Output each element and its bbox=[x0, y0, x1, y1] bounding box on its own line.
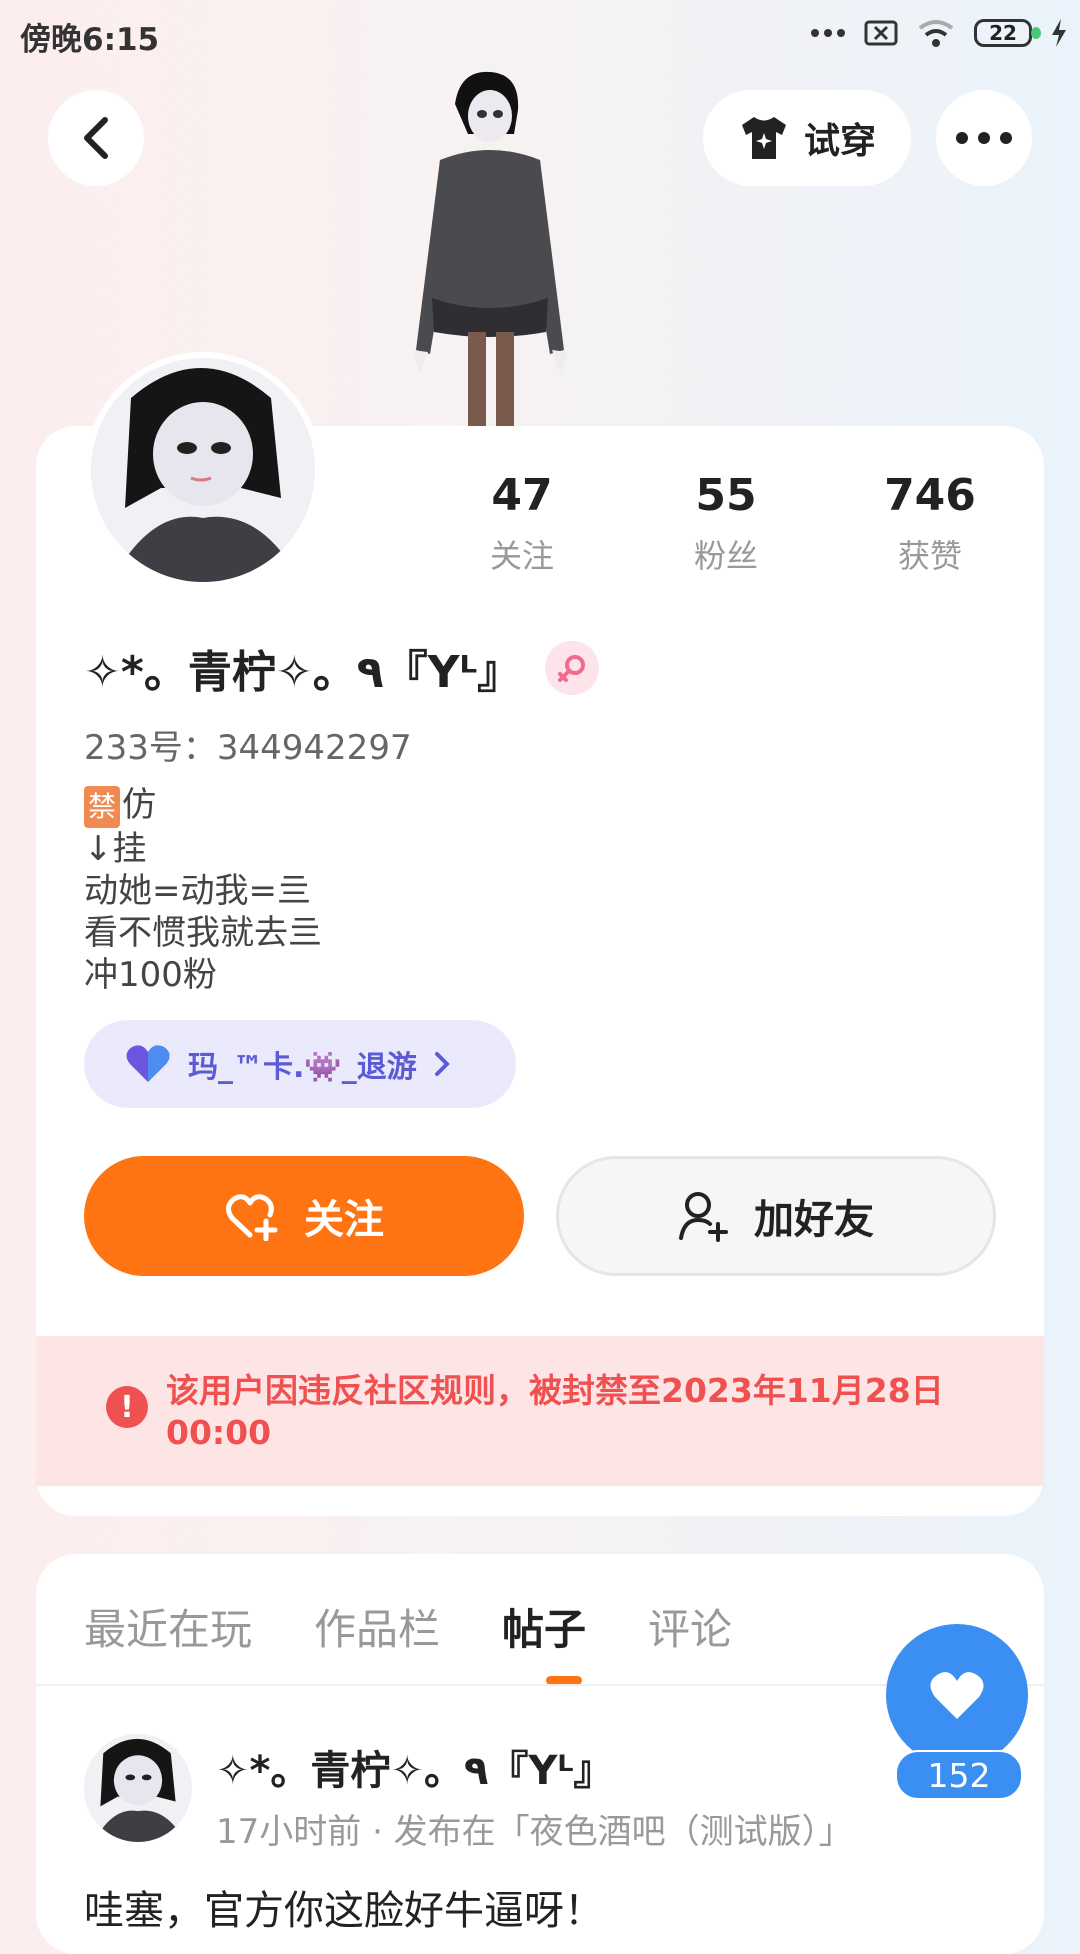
guild-link[interactable]: 玛_™卡.👾_退游 bbox=[84, 1020, 516, 1108]
ban-notice-text: 该用户因违反社区规则，被封禁至2023年11月28日00:00 bbox=[166, 1371, 944, 1452]
profile-username-row: ✧*。青柠✧。٩『Yᴸ』 bbox=[84, 636, 600, 700]
character-figure[interactable] bbox=[410, 70, 640, 426]
status-time: 傍晚6:15 bbox=[20, 22, 160, 58]
profile-tabs: 最近在玩 作品栏 帖子 评论 bbox=[84, 1596, 732, 1657]
charging-icon bbox=[1052, 19, 1066, 47]
stat-label: 粉丝 bbox=[693, 537, 758, 575]
back-button[interactable] bbox=[48, 90, 144, 186]
bio-line: 仿 bbox=[122, 785, 157, 825]
profile-username: ✧*。青柠✧。٩『Yᴸ』 bbox=[84, 647, 522, 698]
ban-badge: 禁 bbox=[84, 786, 121, 828]
post-meta: 17小时前 · 发布在「夜色酒吧（测试版）」 bbox=[216, 1812, 853, 1852]
sim-off-icon bbox=[864, 20, 898, 46]
try-on-label: 试穿 bbox=[803, 121, 876, 162]
ban-notice: ! 该用户因违反社区规则，被封禁至2023年11月28日00:00 bbox=[36, 1336, 1044, 1486]
like-count: 152 bbox=[895, 1750, 1023, 1800]
guild-name: 玛_™卡.👾_退游 bbox=[188, 1050, 417, 1085]
stat-value: 55 bbox=[695, 470, 757, 521]
more-icon bbox=[956, 132, 1012, 144]
follow-label: 关注 bbox=[304, 1197, 384, 1243]
more-button[interactable] bbox=[936, 90, 1032, 186]
avatar[interactable] bbox=[85, 352, 321, 588]
heart-icon bbox=[930, 1672, 984, 1719]
tab-recently-played[interactable]: 最近在玩 bbox=[84, 1596, 252, 1657]
warning-icon: ! bbox=[106, 1386, 148, 1428]
stat-value: 746 bbox=[884, 470, 976, 521]
add-user-icon bbox=[679, 1192, 728, 1242]
tab-works[interactable]: 作品栏 bbox=[314, 1596, 440, 1657]
bio-line: ↓挂 bbox=[84, 829, 147, 869]
stat-followers[interactable]: 55 粉丝 bbox=[646, 470, 806, 577]
chevron-right-icon bbox=[434, 1052, 450, 1076]
stat-value: 47 bbox=[491, 470, 553, 521]
profile-bio: 禁仿 ↓挂 动她=动我=亖 看不惯我就去亖 冲100粉 bbox=[84, 784, 322, 996]
shirt-icon bbox=[741, 117, 786, 159]
like-button[interactable] bbox=[886, 1624, 1028, 1766]
add-friend-button[interactable]: 加好友 bbox=[556, 1156, 996, 1276]
female-icon bbox=[545, 641, 600, 695]
post-avatar[interactable] bbox=[84, 1734, 192, 1842]
avatar-image bbox=[91, 358, 315, 582]
bio-line: 冲100粉 bbox=[84, 955, 217, 995]
status-icons: 22 bbox=[810, 18, 1068, 48]
post-username[interactable]: ✧*。青柠✧。٩『Yᴸ』 bbox=[216, 1738, 613, 1796]
more-dots-icon bbox=[811, 29, 845, 37]
tab-comments[interactable]: 评论 bbox=[648, 1596, 732, 1657]
bio-line: 动她=动我=亖 bbox=[84, 871, 311, 911]
user-id: 233号：344942297 bbox=[84, 728, 412, 768]
follow-button[interactable]: 关注 bbox=[84, 1156, 524, 1276]
wifi-icon bbox=[918, 20, 954, 47]
try-on-button[interactable]: 试穿 bbox=[703, 90, 911, 186]
battery-level: 22 bbox=[989, 21, 1017, 45]
post-text[interactable]: 哇塞，官方你这脸好牛逼呀！ bbox=[84, 1878, 604, 1936]
stat-label: 关注 bbox=[489, 537, 554, 575]
post-avatar-image bbox=[84, 1734, 192, 1842]
heart-icon bbox=[126, 1045, 170, 1082]
battery-indicator: 22 bbox=[974, 19, 1041, 47]
tab-posts[interactable]: 帖子 bbox=[502, 1596, 586, 1657]
stat-likes[interactable]: 746 获赞 bbox=[850, 470, 1010, 577]
add-friend-label: 加好友 bbox=[754, 1197, 874, 1243]
stat-following[interactable]: 47 关注 bbox=[442, 470, 602, 577]
heart-plus-icon bbox=[226, 1194, 278, 1241]
bio-line: 看不惯我就去亖 bbox=[84, 913, 322, 953]
back-arrow-icon bbox=[84, 117, 108, 159]
stat-label: 获赞 bbox=[897, 537, 962, 575]
